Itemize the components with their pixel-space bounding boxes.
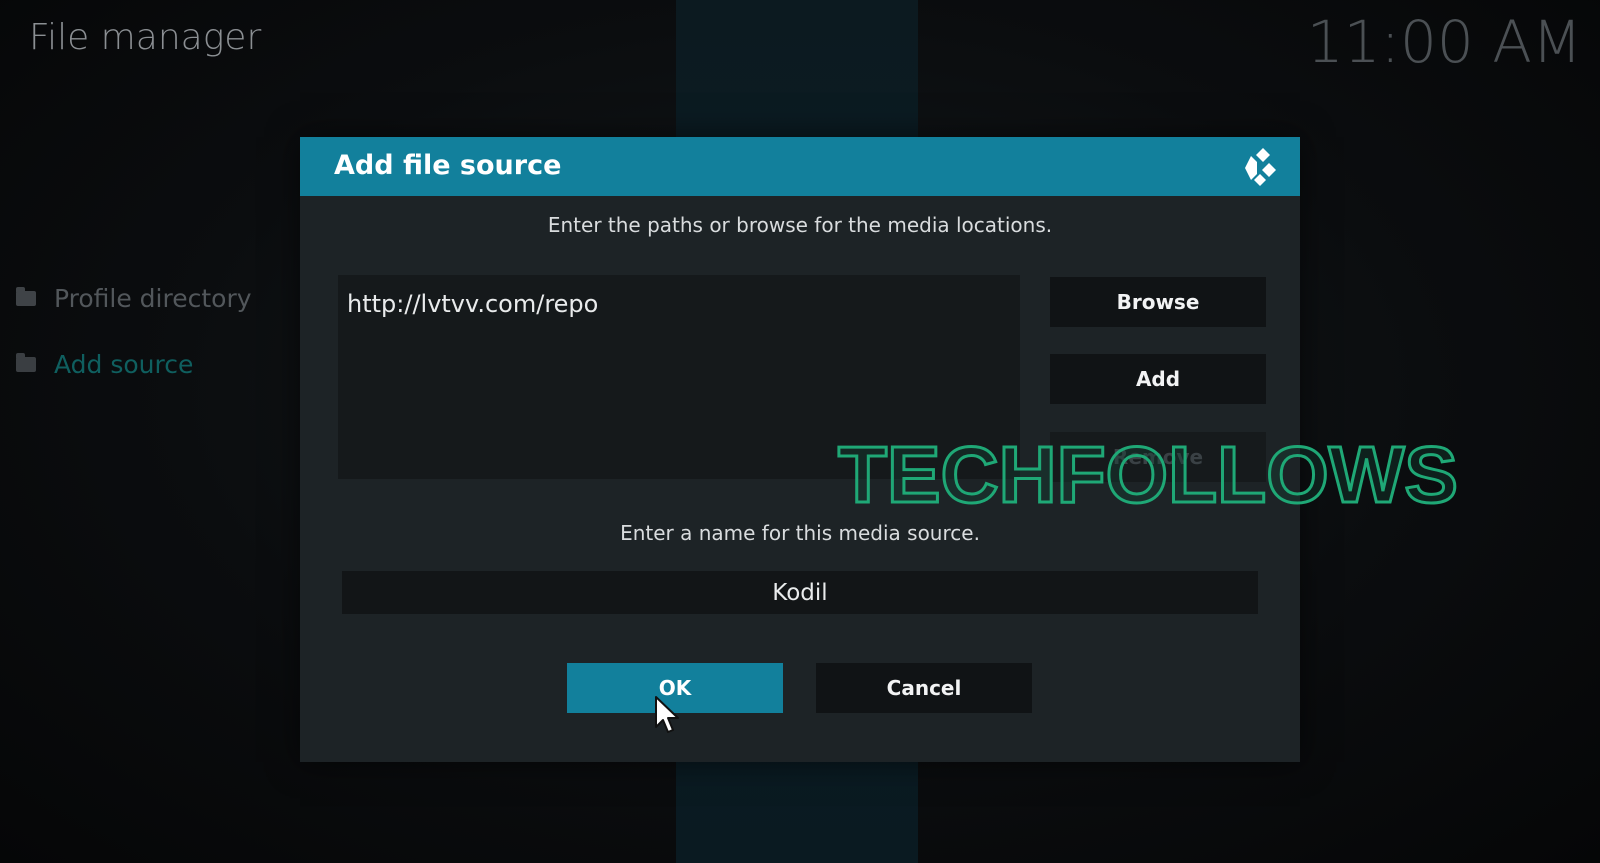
- name-prompt: Enter a name for this media source.: [620, 521, 980, 545]
- sidebar-item-add-source[interactable]: Add source: [16, 350, 193, 379]
- source-name-field[interactable]: Kodil: [342, 571, 1258, 614]
- dialog-header: Add file source: [300, 137, 1300, 196]
- sidebar-item-label: Add source: [54, 350, 194, 379]
- add-button[interactable]: Add: [1050, 354, 1266, 404]
- kodi-screen: File manager 11:00 AM Profile directory …: [0, 0, 1600, 863]
- folder-icon: [16, 287, 36, 306]
- watermark-text: TECHFOLLOWS: [838, 436, 1458, 516]
- browse-button[interactable]: Browse: [1050, 277, 1266, 327]
- paths-prompt: Enter the paths or browse for the media …: [547, 213, 1053, 237]
- kodi-logo-icon: [1245, 148, 1276, 186]
- path-entry[interactable]: http://lvtvv.com/repo: [347, 290, 598, 318]
- cancel-button[interactable]: Cancel: [816, 663, 1032, 713]
- sidebar-item-profile-directory[interactable]: Profile directory: [16, 284, 252, 313]
- clock: 11:00 AM: [1306, 8, 1582, 76]
- dialog-title: Add file source: [334, 150, 562, 181]
- mouse-cursor-icon: [655, 696, 679, 733]
- folder-icon: [16, 353, 36, 372]
- sidebar-item-label: Profile directory: [54, 284, 252, 313]
- app-title: File manager: [29, 17, 262, 58]
- watermark: TECHFOLLOWS: [837, 436, 1460, 516]
